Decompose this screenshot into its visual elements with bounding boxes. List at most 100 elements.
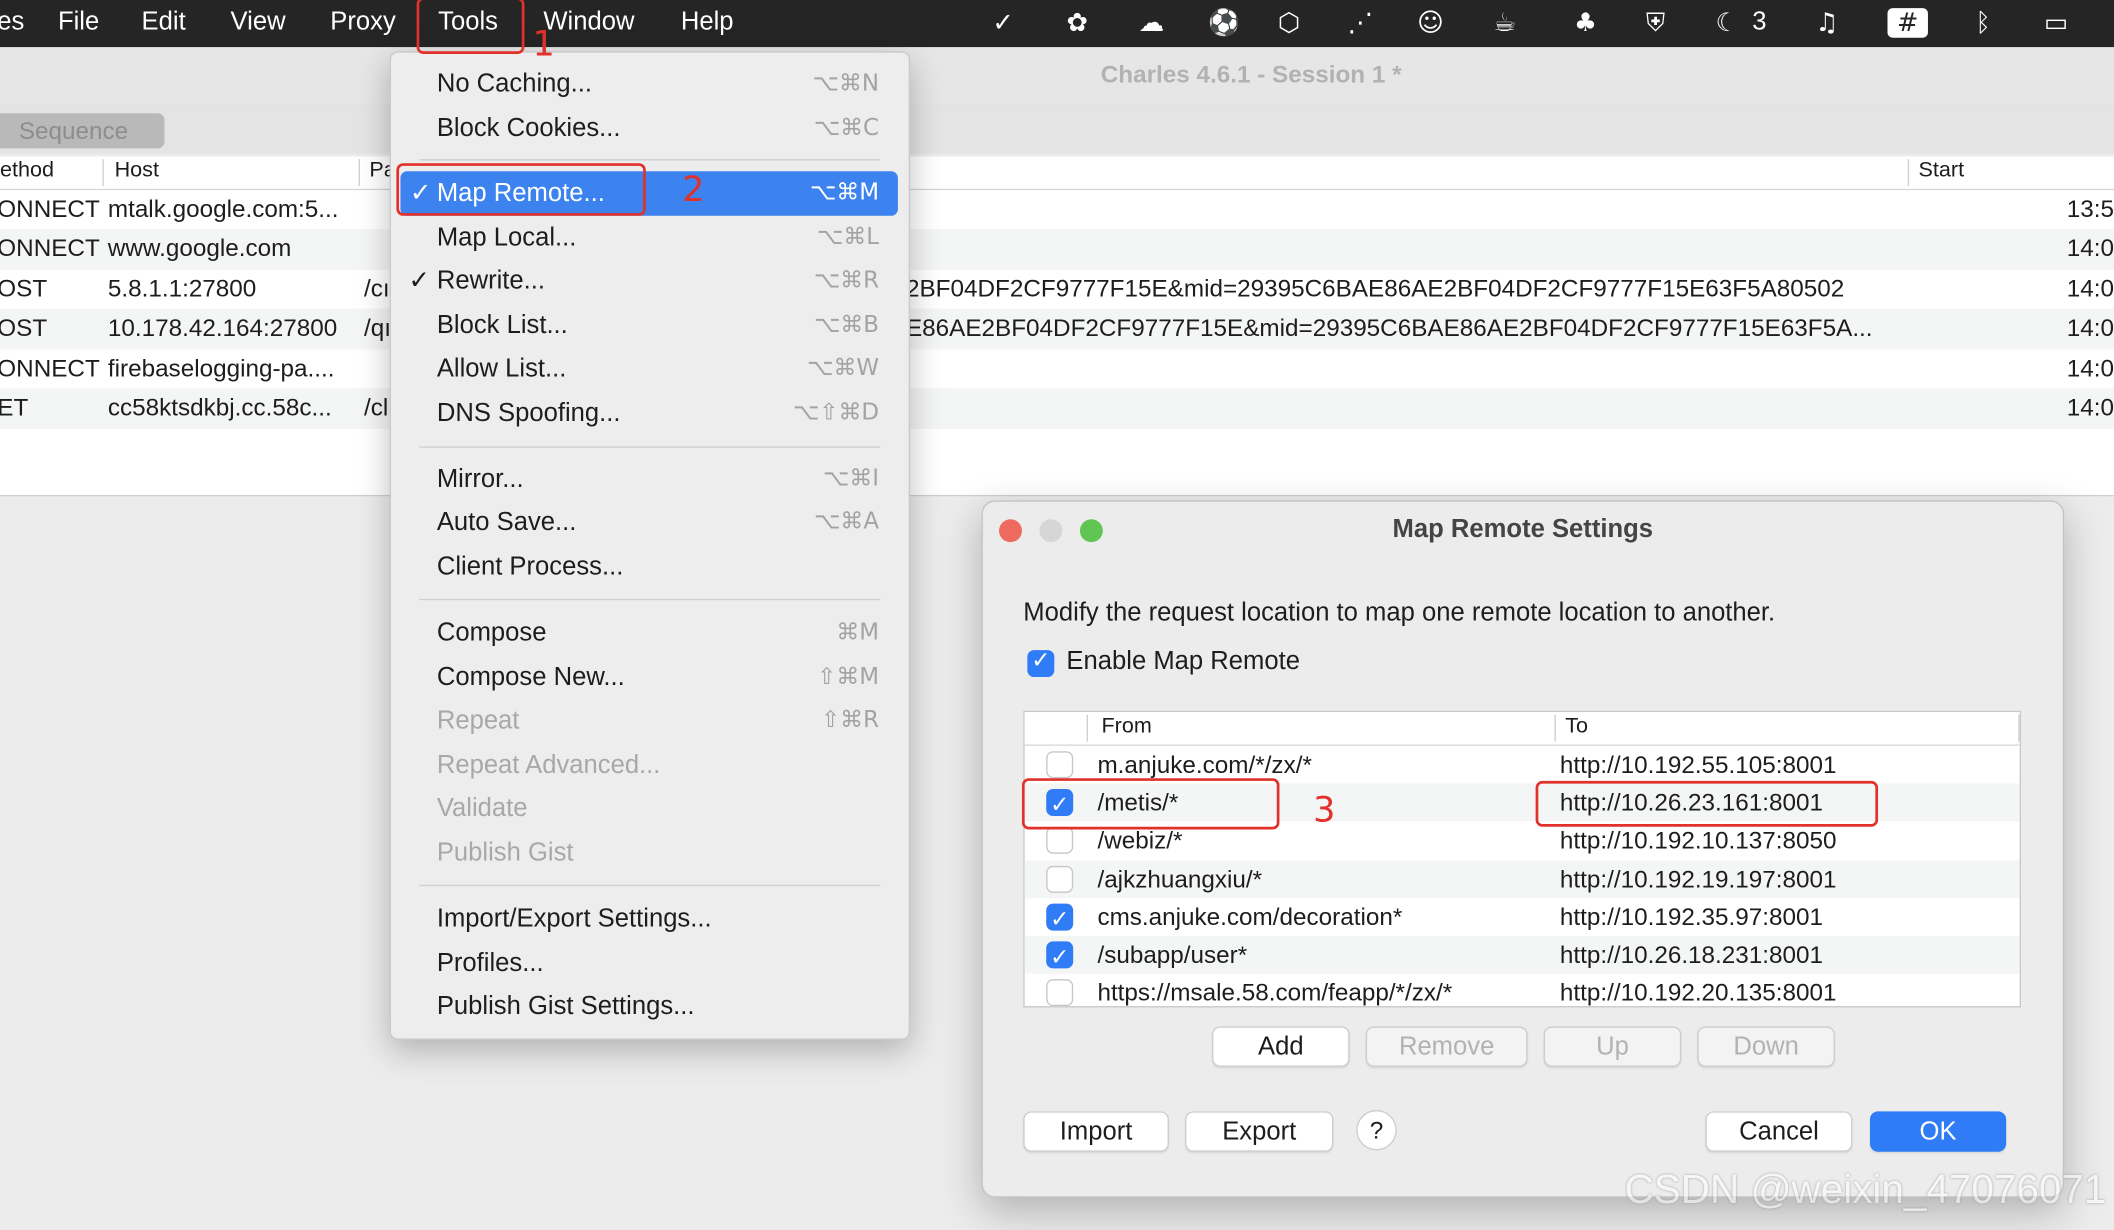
column-divider[interactable]: [2018, 714, 2020, 742]
col-to[interactable]: To: [1565, 715, 1588, 739]
mapping-enabled-checkbox[interactable]: [1046, 939, 1074, 976]
menu-charles[interactable]: es: [0, 8, 24, 38]
cancel-button[interactable]: Cancel: [1705, 1111, 1853, 1152]
menu-item-import-export-settings[interactable]: Import/Export Settings...: [391, 897, 909, 942]
column-divider[interactable]: [358, 159, 360, 187]
menu-item-no-caching[interactable]: No Caching... ⌥⌘N: [391, 62, 909, 107]
menu-item-compose[interactable]: Compose ⌘M: [391, 611, 909, 656]
soccer-icon[interactable]: ⚽: [1207, 5, 1242, 40]
annotation-number: 3: [1313, 790, 1336, 831]
menu-shortcut: ⌥⌘W: [807, 354, 880, 382]
menu-help[interactable]: Help: [681, 8, 734, 38]
col-host[interactable]: Host: [115, 159, 159, 183]
window-title: Charles 4.6.1 - Session 1 *: [1100, 60, 1402, 88]
hash-icon[interactable]: #: [1887, 8, 1928, 38]
menu-proxy[interactable]: Proxy: [330, 8, 395, 38]
help-button[interactable]: ?: [1356, 1109, 1397, 1151]
down-button[interactable]: Down: [1697, 1026, 1835, 1067]
headphones-icon[interactable]: ♫: [1809, 5, 1844, 40]
col-start[interactable]: Start: [1919, 159, 1965, 183]
mapping-enabled-checkbox[interactable]: [1046, 751, 1074, 779]
menu-file[interactable]: File: [58, 8, 99, 38]
menu-shortcut: ⌥⌘C: [813, 114, 880, 142]
menu-item-dns-spoofing[interactable]: DNS Spoofing... ⌥⇧⌘D: [391, 391, 909, 436]
col-from[interactable]: From: [1101, 715, 1151, 739]
enable-map-remote-label[interactable]: Enable Map Remote: [1066, 647, 1300, 677]
menu-item-block-list[interactable]: Block List... ⌥⌘B: [391, 303, 909, 348]
tab-sequence[interactable]: Sequence: [0, 113, 165, 149]
mapping-enabled-checkbox[interactable]: [1046, 865, 1074, 893]
shield-icon[interactable]: ⛨: [1638, 5, 1673, 40]
mapping-row[interactable]: /subapp/user* http://10.26.18.231:8001: [1024, 935, 2020, 976]
cup-icon[interactable]: ☕: [1487, 5, 1522, 40]
menu-item-profiles[interactable]: Profiles...: [391, 941, 909, 986]
import-button[interactable]: Import: [1023, 1111, 1169, 1152]
hexagon-icon[interactable]: ⬡: [1271, 5, 1306, 40]
mapping-row[interactable]: https://msale.58.com/feapp/*/zx/* http:/…: [1025, 974, 2020, 1007]
moon-badge-icon[interactable]: ☾: [1710, 5, 1745, 40]
mapping-row[interactable]: cms.anjuke.com/decoration* http://10.192…: [1025, 898, 2020, 938]
mapping-enabled-checkbox[interactable]: [1046, 901, 1074, 938]
mapping-from: https://msale.58.com/feapp/*/zx/*: [1097, 979, 1453, 1007]
wifi-signal-icon[interactable]: ⋰: [1343, 5, 1378, 40]
elephant-icon[interactable]: ✿: [1060, 5, 1095, 40]
table-row[interactable]: OST 10.178.42.164:27800 /qı E86AE2BF04DF…: [0, 308, 2114, 349]
cell-start: 13:5: [2066, 194, 2114, 222]
menu-item-label: Block Cookies...: [436, 114, 621, 143]
watermark: CSDN @weixin_47076071: [1624, 1167, 2107, 1213]
menu-item-label: Allow List...: [436, 354, 567, 384]
cat-icon[interactable]: ☺: [1413, 5, 1448, 40]
menu-view[interactable]: View: [231, 8, 286, 38]
menubar: es File Edit View Proxy Tools Window Hel…: [0, 0, 2114, 48]
annotation-number: 1: [532, 24, 555, 65]
menu-edit[interactable]: Edit: [142, 8, 186, 38]
wechat-icon[interactable]: ☁: [1134, 5, 1169, 40]
menu-item-rewrite[interactable]: ✓ Rewrite... ⌥⌘R: [391, 259, 909, 304]
ok-button[interactable]: OK: [1869, 1111, 2007, 1152]
menu-item-label: Publish Gist: [436, 838, 574, 868]
menu-item-map-local[interactable]: Map Local... ⌥⌘L: [391, 216, 909, 261]
menu-shortcut: ⌥⌘L: [816, 223, 880, 251]
cell-start: 14:0: [2066, 354, 2114, 382]
vpn-icon[interactable]: ✓: [986, 5, 1021, 40]
enable-map-remote-checkbox[interactable]: [1027, 647, 1055, 678]
mapping-enabled-checkbox[interactable]: [1046, 979, 1074, 1007]
menu-item-publish-gist-settings[interactable]: Publish Gist Settings...: [391, 985, 909, 1030]
menu-separator: [419, 884, 881, 887]
battery-icon[interactable]: ▭: [2032, 5, 2081, 40]
table-row[interactable]: ONNECT firebaselogging-pa.... 14:0: [0, 348, 2114, 389]
dialog-title: Map Remote Settings: [1392, 515, 1654, 544]
mapping-from: cms.anjuke.com/decoration*: [1097, 903, 1403, 931]
bluetooth-icon[interactable]: ᛒ: [1966, 5, 2001, 40]
menu-window[interactable]: Window: [543, 8, 634, 38]
table-row[interactable]: ONNECT mtalk.google.com:5... 13:5: [0, 189, 2114, 230]
column-divider[interactable]: [1086, 714, 1089, 742]
cell-host: 10.178.42.164:27800: [107, 314, 338, 342]
menu-shortcut: ⌥⌘R: [813, 267, 880, 295]
column-divider[interactable]: [102, 159, 104, 187]
menu-item-auto-save[interactable]: Auto Save... ⌥⌘A: [391, 500, 909, 545]
menu-item-block-cookies[interactable]: Block Cookies... ⌥⌘C: [391, 107, 909, 152]
mapping-row[interactable]: /ajkzhuangxiu/* http://10.192.19.197:800…: [1024, 859, 2020, 898]
remove-button[interactable]: Remove: [1365, 1026, 1528, 1067]
add-button[interactable]: Add: [1212, 1026, 1350, 1067]
menu-item-publish-gist: Publish Gist: [391, 831, 909, 876]
annotation-highlight-tools: [416, 0, 525, 54]
table-row[interactable]: ET cc58ktsdkbj.cc.58c... /cl 14:0: [0, 388, 2114, 429]
mapping-enabled-checkbox[interactable]: [1046, 827, 1074, 855]
mappings-table: From To m.anjuke.com/*/zx/* http://10.19…: [1023, 710, 2021, 1008]
clover-icon[interactable]: ♣: [1568, 5, 1603, 40]
up-button[interactable]: Up: [1543, 1026, 1682, 1067]
column-divider[interactable]: [1554, 714, 1556, 742]
menu-item-compose-new[interactable]: Compose New... ⇧⌘M: [391, 655, 909, 700]
menu-item-mirror[interactable]: Mirror... ⌥⌘I: [391, 457, 909, 502]
export-button[interactable]: Export: [1185, 1111, 1334, 1152]
annotation-highlight-from: [1021, 778, 1280, 830]
table-row[interactable]: ONNECT www.google.com 14:0: [0, 229, 2114, 270]
cell-method: ONNECT: [0, 354, 100, 382]
column-divider[interactable]: [1907, 159, 1910, 187]
table-row[interactable]: OST 5.8.1.1:27800 /cı 2BF04DF2CF9777F15E…: [0, 269, 2114, 309]
menu-item-client-process[interactable]: Client Process...: [391, 545, 909, 590]
menu-item-allow-list[interactable]: Allow List... ⌥⌘W: [391, 347, 909, 392]
col-method[interactable]: ethod: [0, 159, 54, 183]
